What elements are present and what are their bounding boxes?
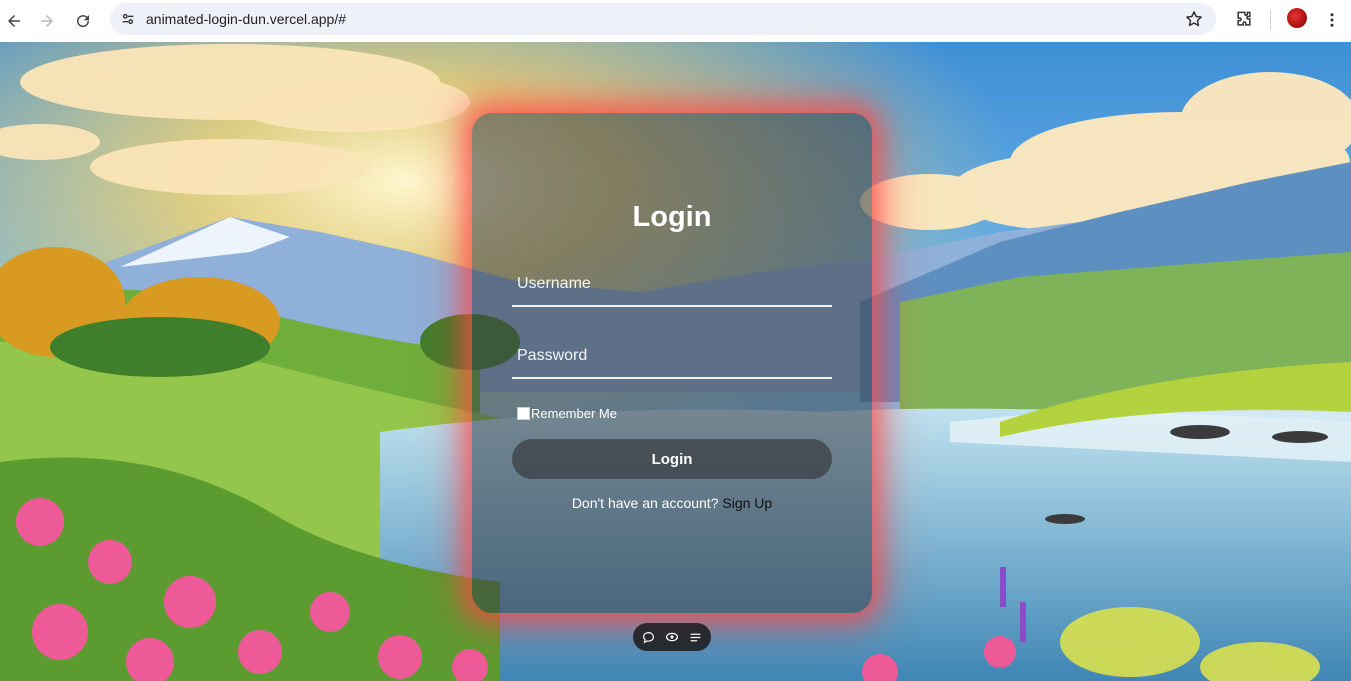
address-bar[interactable]: animated-login-dun.vercel.app/# xyxy=(110,3,1216,35)
reload-icon xyxy=(77,15,90,28)
comment-icon[interactable] xyxy=(641,629,657,645)
remember-me-label: Remember Me xyxy=(531,406,617,421)
puzzle-icon xyxy=(1237,11,1251,26)
extensions-button[interactable] xyxy=(1232,7,1256,31)
list-icon[interactable] xyxy=(687,629,703,645)
signup-prompt: Don't have an account? xyxy=(571,495,719,511)
username-field[interactable]: Username xyxy=(512,269,832,307)
floating-toolbar xyxy=(633,623,711,651)
kebab-menu-icon xyxy=(1330,13,1334,27)
remember-me-checkbox[interactable] xyxy=(517,407,530,420)
remember-me-row: Remember Me xyxy=(517,406,617,421)
password-field[interactable]: Password xyxy=(512,341,832,379)
arrow-right-icon xyxy=(41,15,53,27)
tune-icon xyxy=(122,13,134,25)
profile-avatar[interactable] xyxy=(1287,8,1307,28)
login-card: Login Username Password Remember Me Logi… xyxy=(472,113,872,613)
login-button[interactable]: Login xyxy=(512,439,832,479)
page-background: Login Username Password Remember Me Logi… xyxy=(0,42,1351,681)
signup-row: Don't have an account? Sign Up xyxy=(472,495,872,511)
forward-button[interactable] xyxy=(33,7,61,35)
back-button[interactable] xyxy=(0,7,28,35)
username-placeholder: Username xyxy=(517,275,591,292)
star-icon[interactable] xyxy=(1184,9,1204,29)
reload-button[interactable] xyxy=(69,7,97,35)
eye-icon[interactable] xyxy=(664,629,680,645)
browser-menu-button[interactable] xyxy=(1322,8,1342,32)
url-text[interactable]: animated-login-dun.vercel.app/# xyxy=(146,11,346,27)
password-placeholder: Password xyxy=(517,347,588,364)
signup-link[interactable]: Sign Up xyxy=(722,495,772,511)
login-title: Login xyxy=(632,201,712,233)
arrow-left-icon xyxy=(8,15,20,27)
toolbar-separator xyxy=(1270,10,1271,30)
browser-toolbar: animated-login-dun.vercel.app/# xyxy=(0,0,1351,43)
site-info-button[interactable] xyxy=(116,7,140,31)
